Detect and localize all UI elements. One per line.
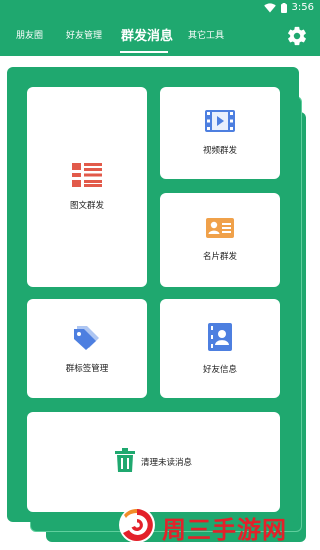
clean-unread-label: 清理未读消息 — [140, 458, 192, 468]
name-card-broadcast-label: 名片群发 — [202, 252, 237, 262]
tab-mass-message[interactable]: 群发消息 — [121, 25, 173, 44]
friend-info-label: 好友信息 — [202, 364, 237, 375]
video-film-icon — [205, 110, 235, 136]
app-screen: 3:56 朋友圈 好友管理 群发消息 其它工具 图文群发 视频群发 名片群发 群… — [0, 0, 320, 550]
image-text-broadcast-label: 图文群发 — [69, 201, 104, 211]
tab-moments[interactable]: 朋友圈 — [16, 28, 43, 41]
app-header: 3:56 朋友圈 好友管理 群发消息 其它工具 — [0, 0, 320, 56]
tab-bar: 朋友圈 好友管理 群发消息 其它工具 — [0, 18, 320, 56]
tab-friend-manage[interactable]: 好友管理 — [66, 28, 102, 41]
active-tab-indicator — [120, 51, 168, 53]
clean-unread-card[interactable]: 清理未读消息 — [27, 412, 280, 512]
contact-card-icon — [206, 218, 234, 242]
status-time: 3:56 — [291, 2, 314, 13]
name-card-broadcast-card[interactable]: 名片群发 — [160, 193, 280, 287]
image-text-broadcast-card[interactable]: 图文群发 — [27, 87, 147, 287]
status-bar: 3:56 — [0, 0, 320, 18]
friend-info-card[interactable]: 好友信息 — [160, 299, 280, 398]
watermark-text: 周三手游网 — [162, 515, 287, 544]
address-book-icon — [208, 322, 232, 355]
group-tag-manage-card[interactable]: 群标签管理 — [27, 299, 147, 398]
swirl-logo-icon — [118, 506, 156, 548]
tag-icon — [73, 324, 101, 354]
tab-other-tools[interactable]: 其它工具 — [188, 28, 224, 41]
status-right: 3:56 — [263, 2, 314, 13]
video-broadcast-label: 视频群发 — [202, 146, 237, 156]
settings-gear-icon[interactable] — [286, 25, 308, 47]
wifi-icon — [263, 2, 276, 13]
list-icon — [72, 163, 102, 191]
video-broadcast-card[interactable]: 视频群发 — [160, 87, 280, 179]
site-watermark: 周三手游网 — [118, 507, 308, 547]
trash-icon — [114, 448, 135, 476]
group-tag-manage-label: 群标签管理 — [65, 363, 109, 374]
battery-icon — [280, 2, 287, 13]
